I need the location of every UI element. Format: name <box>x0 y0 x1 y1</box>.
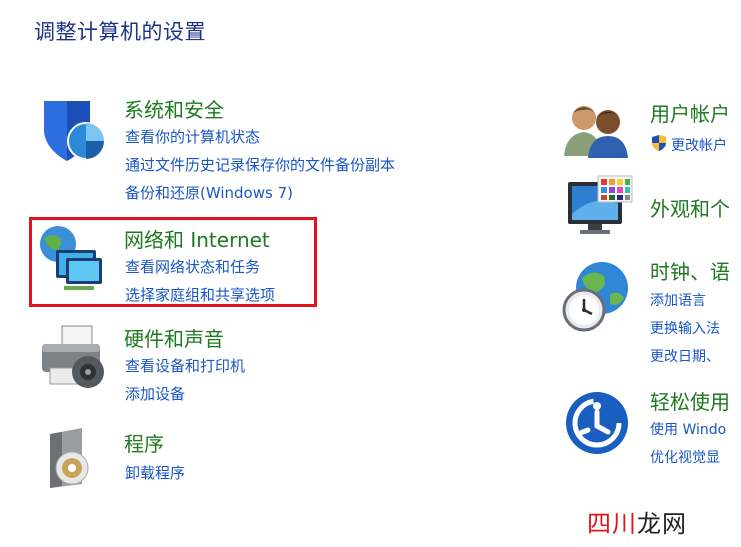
category-title-appearance[interactable]: 外观和个 <box>650 193 730 222</box>
watermark: 四川龙网 <box>587 504 687 539</box>
ease-of-access-icon[interactable] <box>564 390 630 456</box>
category-title-hardware-sound[interactable]: 硬件和声音 <box>124 323 224 352</box>
link-use-windows[interactable]: 使用 Windo <box>650 419 726 439</box>
watermark-part1: 四川 <box>587 510 637 538</box>
highlight-box <box>29 217 317 307</box>
uac-shield-icon <box>652 135 666 151</box>
category-title-system-security[interactable]: 系统和安全 <box>124 94 224 123</box>
printer-icon[interactable] <box>36 322 108 394</box>
link-devices-printers[interactable]: 查看设备和打印机 <box>125 355 245 376</box>
link-view-computer-status[interactable]: 查看你的计算机状态 <box>125 126 260 147</box>
page-title: 调整计算机的设置 <box>34 20 206 44</box>
link-file-history-backup[interactable]: 通过文件历史记录保存你的文件备份副本 <box>125 154 395 175</box>
link-backup-restore[interactable]: 备份和还原(Windows 7) <box>125 182 293 203</box>
link-add-device[interactable]: 添加设备 <box>125 383 185 404</box>
category-title-user-accounts[interactable]: 用户帐户 <box>650 98 730 127</box>
link-change-input-method[interactable]: 更换输入法 <box>650 318 720 338</box>
watermark-part2: 龙网 <box>637 510 687 538</box>
link-uninstall-program[interactable]: 卸载程序 <box>125 462 185 483</box>
shield-icon[interactable] <box>36 95 108 167</box>
programs-icon[interactable] <box>42 426 106 490</box>
users-icon[interactable] <box>562 100 632 160</box>
appearance-icon[interactable] <box>564 174 636 246</box>
category-title-ease-of-access[interactable]: 轻松使用 <box>650 386 730 415</box>
link-change-date[interactable]: 更改日期、 <box>650 346 720 366</box>
link-optimize-visual[interactable]: 优化视觉显 <box>650 447 720 467</box>
link-change-account[interactable]: 更改帐户 <box>671 135 727 155</box>
category-title-programs[interactable]: 程序 <box>124 428 164 457</box>
link-add-language[interactable]: 添加语言 <box>650 290 706 310</box>
clock-globe-icon[interactable] <box>560 258 634 332</box>
category-title-clock-language[interactable]: 时钟、语 <box>650 256 730 285</box>
